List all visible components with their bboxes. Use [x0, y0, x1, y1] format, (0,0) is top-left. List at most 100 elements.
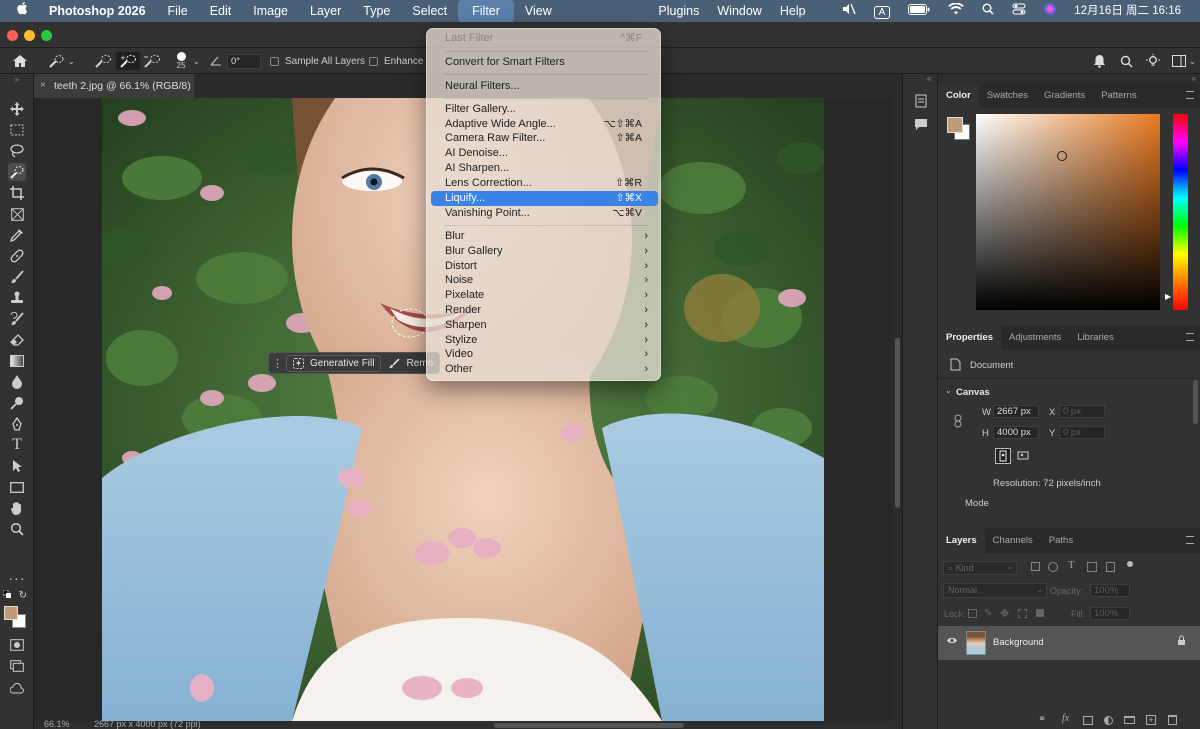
comments-panel-button[interactable]: [914, 118, 928, 134]
history-panel-button[interactable]: [914, 94, 928, 111]
menu-item-convert-smart-filters[interactable]: Convert for Smart Filters: [431, 55, 658, 70]
link-layers-icon[interactable]: ⚭: [1038, 714, 1046, 725]
status-zoom[interactable]: 66.1%: [44, 719, 70, 729]
lock-artboard-icon[interactable]: [1018, 609, 1027, 618]
enhance-checkbox[interactable]: [369, 56, 378, 66]
dodge-tool[interactable]: [8, 394, 26, 412]
brush-size-dropdown[interactable]: ⌄: [193, 48, 200, 74]
blur-tool[interactable]: [8, 373, 26, 391]
apple-menu[interactable]: [0, 0, 38, 22]
menu-item-ai-denoise[interactable]: AI Denoise...: [431, 146, 658, 161]
foreground-color-swatch[interactable]: [4, 606, 18, 620]
landscape-orientation-button[interactable]: [1016, 448, 1032, 464]
collapse-toolbox-button[interactable]: »: [8, 74, 26, 84]
menu-window[interactable]: Window: [708, 0, 770, 22]
menu-item-neural-filters[interactable]: Neural Filters...: [431, 79, 658, 94]
document-tab[interactable]: × teeth 2.jpg @ 66.1% (RGB/8): [34, 74, 194, 98]
menu-plugins[interactable]: Plugins: [649, 0, 708, 22]
horizontal-scroll-thumb[interactable]: [494, 723, 684, 728]
menu-item-video[interactable]: Video ›: [431, 347, 658, 362]
menu-item-lens-correction[interactable]: Lens Correction... ⇧⌘R: [431, 176, 658, 191]
tool-preset-picker[interactable]: ⌄: [48, 48, 75, 74]
menu-filter[interactable]: Filter: [458, 0, 514, 22]
marquee-tool[interactable]: [8, 121, 26, 139]
vertical-scrollbar[interactable]: [893, 98, 902, 721]
input-source-icon[interactable]: A: [865, 0, 900, 22]
tab-properties[interactable]: Properties: [938, 326, 1001, 350]
wifi-icon[interactable]: [939, 0, 973, 22]
crop-tool[interactable]: [8, 184, 26, 202]
dock-collapse-button[interactable]: »: [1192, 74, 1196, 83]
tab-paths[interactable]: Paths: [1041, 529, 1081, 553]
edit-toolbar-button[interactable]: ···: [8, 569, 26, 587]
menu-item-pixelate[interactable]: Pixelate ›: [431, 288, 658, 303]
tab-channels[interactable]: Channels: [985, 529, 1041, 553]
link-icon[interactable]: [954, 414, 962, 428]
zoom-tool[interactable]: [8, 520, 26, 538]
control-center-icon[interactable]: [1003, 0, 1035, 22]
quick-mask-button[interactable]: [8, 636, 26, 654]
panel-menu-icon[interactable]: [1186, 536, 1194, 544]
fill-field[interactable]: 100%: [1090, 607, 1130, 620]
brush-size-picker[interactable]: 25: [172, 48, 190, 74]
panel-menu-icon[interactable]: [1186, 91, 1194, 99]
eye-visibility-icon[interactable]: [946, 636, 958, 648]
siri-icon[interactable]: [1035, 0, 1065, 22]
menu-layer[interactable]: Layer: [299, 0, 352, 22]
delete-layer-icon[interactable]: [1168, 715, 1177, 725]
spotlight-search-icon[interactable]: [973, 0, 1003, 22]
menu-app-name[interactable]: Photoshop 2026: [38, 0, 157, 22]
menu-file[interactable]: File: [157, 0, 199, 22]
new-selection-button[interactable]: [94, 48, 112, 74]
hue-slider-arrow-icon[interactable]: ▶: [1165, 292, 1171, 301]
tab-layers[interactable]: Layers: [938, 529, 985, 553]
portrait-orientation-button[interactable]: [995, 448, 1011, 464]
adjustment-layer-icon[interactable]: [1104, 716, 1113, 725]
quick-selection-tool[interactable]: [8, 163, 26, 181]
sample-all-layers-checkbox[interactable]: [270, 56, 279, 66]
close-tab-icon[interactable]: ×: [40, 74, 46, 98]
gradient-tool[interactable]: [8, 352, 26, 370]
layer-row-background[interactable]: Background: [938, 626, 1200, 660]
menu-item-blur-gallery[interactable]: Blur Gallery ›: [431, 244, 658, 259]
menu-item-noise[interactable]: Noise ›: [431, 273, 658, 288]
filter-type-layers-icon[interactable]: T: [1068, 559, 1075, 571]
lock-pixels-icon[interactable]: ✎: [984, 608, 992, 619]
blend-mode-dropdown[interactable]: Normal ⌄: [943, 583, 1047, 598]
menu-view[interactable]: View: [514, 0, 563, 22]
battery-icon[interactable]: [899, 0, 939, 22]
panel-menu-icon[interactable]: [1186, 333, 1194, 341]
lock-transparency-icon[interactable]: [968, 609, 977, 618]
layer-thumbnail[interactable]: [966, 631, 986, 655]
hand-tool[interactable]: [8, 499, 26, 517]
sample-all-layers-toggle[interactable]: Sample All Layers: [270, 48, 365, 74]
eraser-tool[interactable]: [8, 331, 26, 349]
filter-shape-layers-icon[interactable]: [1087, 562, 1097, 572]
drag-handle-icon[interactable]: ⋮: [272, 357, 283, 370]
lock-all-icon[interactable]: [1036, 609, 1044, 617]
color-picker-ring[interactable]: [1057, 151, 1067, 161]
filter-adjustment-layers-icon[interactable]: [1048, 562, 1058, 572]
y-field[interactable]: 0 px: [1059, 426, 1105, 439]
swap-colors-button[interactable]: ↻: [18, 590, 28, 601]
chevron-down-icon[interactable]: ⌄: [945, 386, 952, 395]
generative-fill-button[interactable]: Generative Fill: [286, 354, 382, 372]
menu-item-adaptive-wide-angle[interactable]: Adaptive Wide Angle... ⌥⇧⌘A: [431, 117, 658, 132]
frame-tool[interactable]: [8, 205, 26, 223]
tab-gradients[interactable]: Gradients: [1036, 84, 1093, 108]
tab-adjustments[interactable]: Adjustments: [1001, 326, 1069, 350]
share-button[interactable]: [8, 680, 26, 698]
path-selection-tool[interactable]: [8, 457, 26, 475]
strip-collapse-button[interactable]: «: [927, 74, 931, 83]
menu-help[interactable]: Help: [771, 0, 815, 22]
tab-color[interactable]: Color: [938, 84, 979, 108]
screen-mode-button[interactable]: [8, 657, 26, 675]
menu-item-vanishing-point[interactable]: Vanishing Point... ⌥⌘V: [431, 206, 658, 221]
menu-item-render[interactable]: Render ›: [431, 303, 658, 318]
close-window-button[interactable]: [7, 30, 18, 41]
filter-pixel-layers-icon[interactable]: [1031, 562, 1040, 571]
eyedropper-tool[interactable]: [8, 226, 26, 244]
tab-swatches[interactable]: Swatches: [979, 84, 1036, 108]
vertical-scroll-thumb[interactable]: [895, 338, 900, 508]
menu-type[interactable]: Type: [352, 0, 401, 22]
